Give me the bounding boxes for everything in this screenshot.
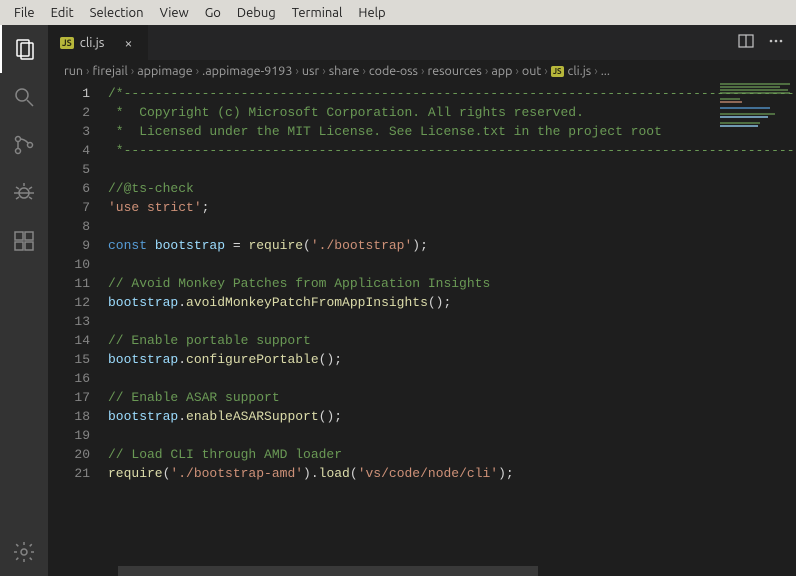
line-number: 1 [48, 84, 90, 103]
breadcrumb-more[interactable]: ... [601, 64, 610, 78]
editor-actions [738, 25, 796, 60]
code-area[interactable]: /*--------------------------------------… [108, 82, 796, 576]
breadcrumb-segment[interactable]: firejail [93, 64, 128, 78]
code-line[interactable]: require('./bootstrap-amd').load('vs/code… [108, 464, 796, 483]
breadcrumb-segment[interactable]: appimage [137, 64, 192, 78]
chevron-right-icon: › [544, 64, 548, 78]
code-line[interactable] [108, 312, 796, 331]
menu-go[interactable]: Go [197, 3, 229, 23]
extensions-icon[interactable] [0, 217, 48, 265]
breadcrumb-file[interactable]: cli.js [568, 64, 592, 78]
code-line[interactable]: // Enable ASAR support [108, 388, 796, 407]
code-line[interactable]: // Load CLI through AMD loader [108, 445, 796, 464]
chevron-right-icon: › [485, 64, 489, 78]
code-line[interactable] [108, 426, 796, 445]
chevron-right-icon: › [362, 64, 366, 78]
code-line[interactable]: * Copyright (c) Microsoft Corporation. A… [108, 103, 796, 122]
explorer-icon[interactable] [0, 25, 48, 73]
code-line[interactable]: /*--------------------------------------… [108, 84, 796, 103]
line-number: 20 [48, 445, 90, 464]
editor[interactable]: 123456789101112131415161718192021 /*----… [48, 82, 796, 576]
search-icon[interactable] [0, 73, 48, 121]
code-line[interactable] [108, 160, 796, 179]
line-number: 21 [48, 464, 90, 483]
breadcrumb-segment[interactable]: app [491, 64, 512, 78]
line-number: 4 [48, 141, 90, 160]
tab-label: cli.js [80, 36, 105, 50]
line-number-gutter: 123456789101112131415161718192021 [48, 82, 108, 576]
line-number: 10 [48, 255, 90, 274]
breadcrumb-segment[interactable]: usr [302, 64, 319, 78]
breadcrumb-segment[interactable]: out [522, 64, 541, 78]
menu-file[interactable]: File [6, 3, 43, 23]
code-line[interactable]: bootstrap.enableASARSupport(); [108, 407, 796, 426]
code-line[interactable]: * Licensed under the MIT License. See Li… [108, 122, 796, 141]
breadcrumb-segment[interactable]: share [329, 64, 360, 78]
code-line[interactable] [108, 217, 796, 236]
line-number: 11 [48, 274, 90, 293]
more-actions-icon[interactable] [768, 33, 784, 52]
line-number: 9 [48, 236, 90, 255]
chevron-right-icon: › [295, 64, 299, 78]
line-number: 13 [48, 312, 90, 331]
chevron-right-icon: › [421, 64, 425, 78]
debug-icon[interactable] [0, 169, 48, 217]
code-line[interactable] [108, 255, 796, 274]
js-file-icon: JS [60, 37, 74, 49]
breadcrumb-segment[interactable]: code-oss [369, 64, 418, 78]
tab-bar: JS cli.js × [48, 25, 796, 60]
breadcrumb-segment[interactable]: resources [428, 64, 482, 78]
chevron-right-icon: › [131, 64, 135, 78]
line-number: 5 [48, 160, 90, 179]
chevron-right-icon: › [86, 64, 90, 78]
close-icon[interactable]: × [120, 35, 136, 51]
menu-terminal[interactable]: Terminal [284, 3, 351, 23]
line-number: 12 [48, 293, 90, 312]
activity-bar [0, 25, 48, 576]
menu-selection[interactable]: Selection [82, 3, 152, 23]
breadcrumb[interactable]: run›firejail›appimage›.appimage-9193›usr… [48, 60, 796, 82]
code-line[interactable]: *---------------------------------------… [108, 141, 796, 160]
line-number: 19 [48, 426, 90, 445]
line-number: 15 [48, 350, 90, 369]
line-number: 6 [48, 179, 90, 198]
chevron-right-icon: › [594, 64, 598, 78]
code-line[interactable] [108, 369, 796, 388]
code-line[interactable]: // Avoid Monkey Patches from Application… [108, 274, 796, 293]
line-number: 16 [48, 369, 90, 388]
line-number: 18 [48, 407, 90, 426]
chevron-right-icon: › [322, 64, 326, 78]
line-number: 17 [48, 388, 90, 407]
tab-cli-js[interactable]: JS cli.js × [48, 25, 149, 60]
source-control-icon[interactable] [0, 121, 48, 169]
menu-help[interactable]: Help [350, 3, 393, 23]
js-file-icon: JS [551, 66, 564, 77]
horizontal-scrollbar[interactable] [118, 566, 538, 576]
menu-edit[interactable]: Edit [43, 3, 82, 23]
breadcrumb-segment[interactable]: run [64, 64, 83, 78]
split-editor-icon[interactable] [738, 33, 754, 52]
line-number: 2 [48, 103, 90, 122]
chevron-right-icon: › [515, 64, 519, 78]
line-number: 7 [48, 198, 90, 217]
menubar: FileEditSelectionViewGoDebugTerminalHelp [0, 0, 796, 25]
line-number: 3 [48, 122, 90, 141]
breadcrumb-segment[interactable]: .appimage-9193 [202, 64, 292, 78]
code-line[interactable]: bootstrap.avoidMonkeyPatchFromAppInsight… [108, 293, 796, 312]
line-number: 8 [48, 217, 90, 236]
code-line[interactable]: 'use strict'; [108, 198, 796, 217]
chevron-right-icon: › [196, 64, 200, 78]
settings-gear-icon[interactable] [0, 528, 48, 576]
line-number: 14 [48, 331, 90, 350]
code-line[interactable]: // Enable portable support [108, 331, 796, 350]
menu-debug[interactable]: Debug [229, 3, 284, 23]
code-line[interactable]: bootstrap.configurePortable(); [108, 350, 796, 369]
menu-view[interactable]: View [152, 3, 197, 23]
code-line[interactable]: //@ts-check [108, 179, 796, 198]
code-line[interactable]: const bootstrap = require('./bootstrap')… [108, 236, 796, 255]
